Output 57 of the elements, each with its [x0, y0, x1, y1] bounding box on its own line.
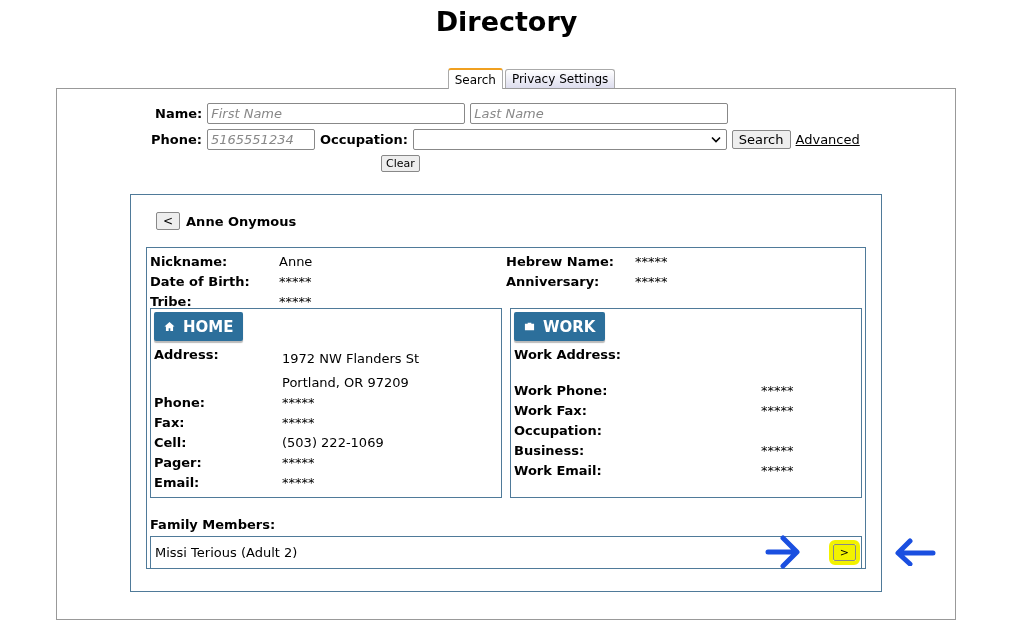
- field-value: *****: [282, 475, 315, 490]
- field-label: Hebrew Name:: [506, 253, 615, 269]
- advanced-link[interactable]: Advanced: [795, 132, 860, 147]
- occupation-dropdown[interactable]: [412, 129, 727, 150]
- field-value: *****: [635, 253, 668, 269]
- work-heading: WORK: [514, 312, 606, 341]
- field-value: Portland, OR 97209: [282, 374, 410, 392]
- field-label: Address:: [154, 347, 220, 364]
- field-label: Work Phone:: [514, 383, 609, 400]
- field-label: Occupation:: [514, 423, 603, 440]
- field-value: *****: [635, 273, 668, 289]
- first-name-field[interactable]: First Name: [207, 103, 466, 124]
- page-title: Directory: [435, 6, 578, 38]
- house-icon: [164, 321, 175, 332]
- field-value: *****: [282, 455, 315, 470]
- field-label: Fax:: [154, 415, 186, 432]
- field-value: *****: [761, 463, 794, 478]
- search-button[interactable]: Search: [731, 130, 791, 149]
- field-value: *****: [761, 383, 794, 398]
- family-members-label: Family Members:: [150, 517, 277, 532]
- field-label: Pager:: [154, 455, 203, 472]
- field-label: Date of Birth:: [150, 273, 251, 289]
- field-value: Anne: [279, 253, 313, 269]
- field-label: Anniversary:: [506, 273, 601, 289]
- field-value: *****: [761, 403, 794, 418]
- field-label: Work Address:: [514, 347, 622, 364]
- field-value: *****: [279, 293, 312, 309]
- arrow-right-icon: [765, 535, 801, 569]
- name-label: Name:: [155, 106, 203, 121]
- briefcase-icon: [524, 321, 535, 332]
- field-value: (503) 222-1069: [282, 435, 384, 450]
- phone-label: Phone:: [151, 132, 202, 147]
- field-value: *****: [282, 395, 315, 410]
- back-button[interactable]: <: [156, 212, 181, 230]
- field-value: *****: [282, 415, 315, 430]
- family-member-name: Missi Terious (Adult 2): [155, 545, 298, 560]
- tab[interactable]: Search: [447, 68, 503, 89]
- phone-field[interactable]: 5165551234: [207, 129, 315, 150]
- person-name: Anne Onymous: [186, 213, 297, 229]
- field-value: *****: [761, 443, 794, 458]
- occupation-label: Occupation:: [320, 132, 408, 147]
- field-label: Business:: [514, 443, 586, 460]
- field-label: Phone:: [154, 395, 206, 412]
- field-label: Work Email:: [514, 463, 603, 480]
- tab[interactable]: Privacy Settings: [504, 69, 616, 88]
- field-label: Email:: [154, 475, 201, 492]
- clear-button[interactable]: Clear: [381, 155, 420, 172]
- field-label: Tribe:: [150, 293, 193, 309]
- arrow-left-icon: [894, 538, 936, 566]
- field-value: *****: [279, 273, 312, 289]
- chevron-icon: [710, 136, 721, 143]
- last-name-field[interactable]: Last Name: [470, 103, 729, 124]
- home-heading: HOME: [154, 312, 244, 341]
- field-value: 1972 NW Flanders St: [282, 350, 420, 368]
- field-label: Work Fax:: [514, 403, 588, 420]
- field-label: Nickname:: [150, 253, 229, 269]
- field-label: Cell:: [154, 435, 188, 452]
